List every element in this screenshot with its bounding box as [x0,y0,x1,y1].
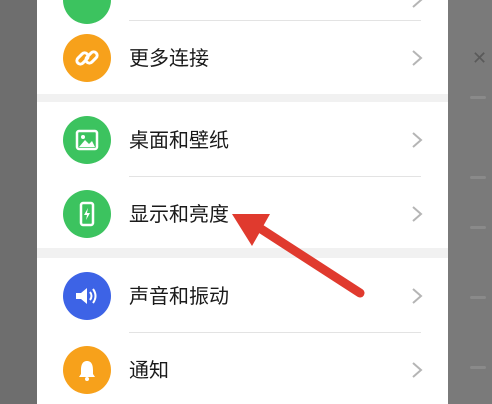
speaker-icon [63,272,111,320]
background-mark [470,296,486,299]
settings-item-label: 通知 [129,358,169,382]
background-right-strip: ✕ [448,0,492,404]
chevron-right-icon [412,132,423,148]
settings-item-label: 桌面和壁纸 [129,128,229,152]
phone-brightness-icon [63,190,111,238]
settings-panel: 更多连接 桌面和壁纸 显示和亮度 声音和振动 通知 [37,0,448,404]
settings-item-wallpaper[interactable]: 桌面和壁纸 [37,102,448,178]
bell-icon [63,346,111,394]
settings-item-sound-vibration[interactable]: 声音和振动 [37,258,448,334]
settings-group: 声音和振动 通知 [37,258,448,404]
chevron-right-icon [412,0,423,8]
background-mark [470,226,486,229]
close-icon: ✕ [472,48,488,69]
settings-item-label: 显示和亮度 [129,202,229,226]
chevron-right-icon [412,50,423,66]
settings-group: 桌面和壁纸 显示和亮度 [37,102,448,248]
settings-item-display-brightness[interactable]: 显示和亮度 [37,176,448,252]
chevron-right-icon [412,206,423,222]
settings-item-label: 声音和振动 [129,284,229,308]
settings-item-notifications[interactable]: 通知 [37,332,448,404]
settings-item-more-connections[interactable]: 更多连接 [37,20,448,96]
background-mark [470,366,486,369]
settings-item-label: 更多连接 [129,46,209,70]
link-icon [63,34,111,82]
background-mark [470,176,486,179]
chevron-right-icon [412,362,423,378]
chevron-right-icon [412,288,423,304]
settings-group: 更多连接 [37,0,448,94]
background-mark [470,96,486,99]
image-icon [63,116,111,164]
